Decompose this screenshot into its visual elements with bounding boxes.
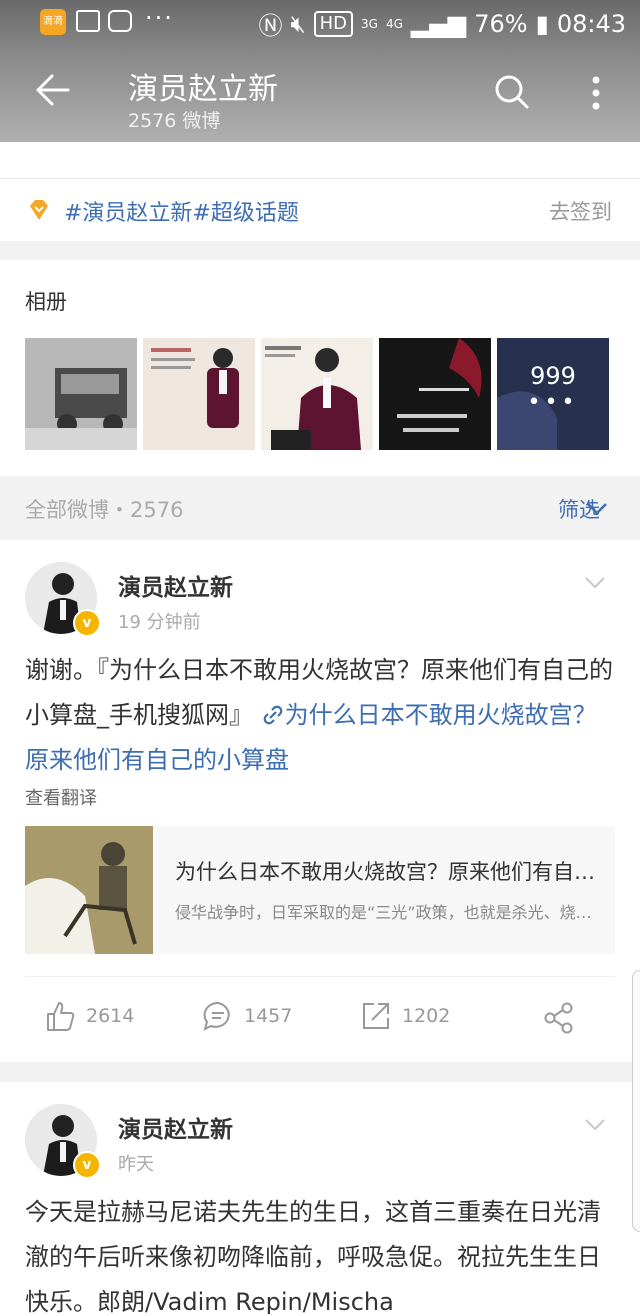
network-3g: 3G [361,16,378,31]
link-card-title: 为什么日本不敢用火烧故宫？原来他们有自己的小算盘 [175,860,605,884]
album-more-count: 999 [530,362,576,390]
post-menu-chevron-icon[interactable] [584,1118,606,1132]
didi-app-icon: 滴滴 [40,9,66,35]
repost-button[interactable]: 1202 [360,1000,450,1032]
post-separator [0,1062,640,1082]
scroll-handle[interactable] [632,970,640,1232]
status-bar: 滴滴 ··· Ⓝ 🔇︎ HD 3G 4G ▂▄▆ 76% ▮ 08:43 [0,0,640,44]
post-card[interactable]: v 演员赵立新 19 分钟前 谢谢。『为什么日本不敢用火烧故宫？原来他们有自己的… [0,540,640,1062]
super-topic-row[interactable]: #演员赵立新#超级话题 去签到 [0,178,640,241]
more-notifications-icon: ··· [145,4,174,32]
translate-link[interactable]: 查看翻译 [25,784,97,810]
battery-icon: ▮ [535,9,549,38]
share-icon[interactable] [543,1002,575,1034]
album-section: 相册 999 ••• [0,260,640,476]
repost-icon [363,1003,389,1029]
more-options-icon[interactable] [590,76,602,110]
verified-badge-icon: v [73,1151,101,1179]
album-photo-more[interactable]: 999 ••• [497,338,609,450]
gallery-icon [76,10,100,32]
like-button[interactable]: 2614 [44,1000,134,1032]
network-4g: 4G [385,16,403,31]
feed-filter-bar: 全部微博・2576 筛选 [0,476,640,540]
link-card-image [25,826,153,954]
page-title: 演员赵立新 [128,72,278,107]
verified-badge-icon: v [73,609,101,637]
checkin-button[interactable]: 去签到 [549,196,612,226]
album-photo-4[interactable] [379,338,491,450]
comment-button[interactable]: 1457 [202,1000,292,1032]
post-menu-chevron-icon[interactable] [584,576,606,590]
signal-icon: ▂▄▆ [410,9,467,38]
clock: 08:43 [556,9,626,38]
album-title: 相册 [25,290,67,314]
battery-percent: 76% [474,9,528,38]
album-photo-3[interactable] [261,338,373,450]
album-photo-1[interactable] [25,338,137,450]
super-topic-link[interactable]: #演员赵立新#超级话题 [64,195,299,227]
all-weibo-count: 全部微博・2576 [25,498,184,522]
link-card-desc: 侵华战争时，日军采取的是“三光”政策，也就是杀光、烧光、抢光 [175,903,605,922]
post-time: 19 分钟前 [118,612,201,633]
header-underlap [0,142,640,178]
post-time: 昨天 [118,1154,154,1175]
baidu-icon [108,10,132,32]
back-arrow-icon[interactable] [30,70,70,110]
post-card[interactable]: v 演员赵立新 昨天 今天是拉赫马尼诺夫先生的生日，这首三重奏在日光清澈的午后听… [0,1082,640,1316]
comment-icon [203,1001,230,1031]
post-text: 今天是拉赫马尼诺夫先生的生日，这首三重奏在日光清澈的午后听来像初吻降临前，呼吸急… [25,1198,601,1314]
hd-badge: HD [313,10,354,37]
divider [25,976,615,977]
post-author[interactable]: 演员赵立新 [118,1110,233,1144]
like-count: 2614 [86,1005,135,1027]
thumbs-up-icon [47,1002,75,1031]
nfc-icon: Ⓝ [258,12,283,40]
album-more-dots-icon: ••• [527,390,579,415]
weibo-count: 2576 微博 [128,110,221,132]
diamond-icon [30,200,48,220]
chevron-down-icon[interactable] [586,502,608,516]
link-card[interactable]: 为什么日本不敢用火烧故宫？原来他们有自己的小算盘 侵华战争时，日军采取的是“三光… [25,826,615,954]
album-photo-2[interactable] [143,338,255,450]
search-icon[interactable] [494,74,530,110]
repost-count: 1202 [402,1005,451,1027]
comment-count: 1457 [244,1005,293,1027]
post-text: 谢谢。『为什么日本不敢用火烧故宫？原来他们有自己的小算盘_手机搜狐网』 为什么日… [25,648,615,783]
link-icon [263,705,282,725]
post-author[interactable]: 演员赵立新 [118,568,233,602]
mute-icon: 🔇︎ [290,9,306,38]
